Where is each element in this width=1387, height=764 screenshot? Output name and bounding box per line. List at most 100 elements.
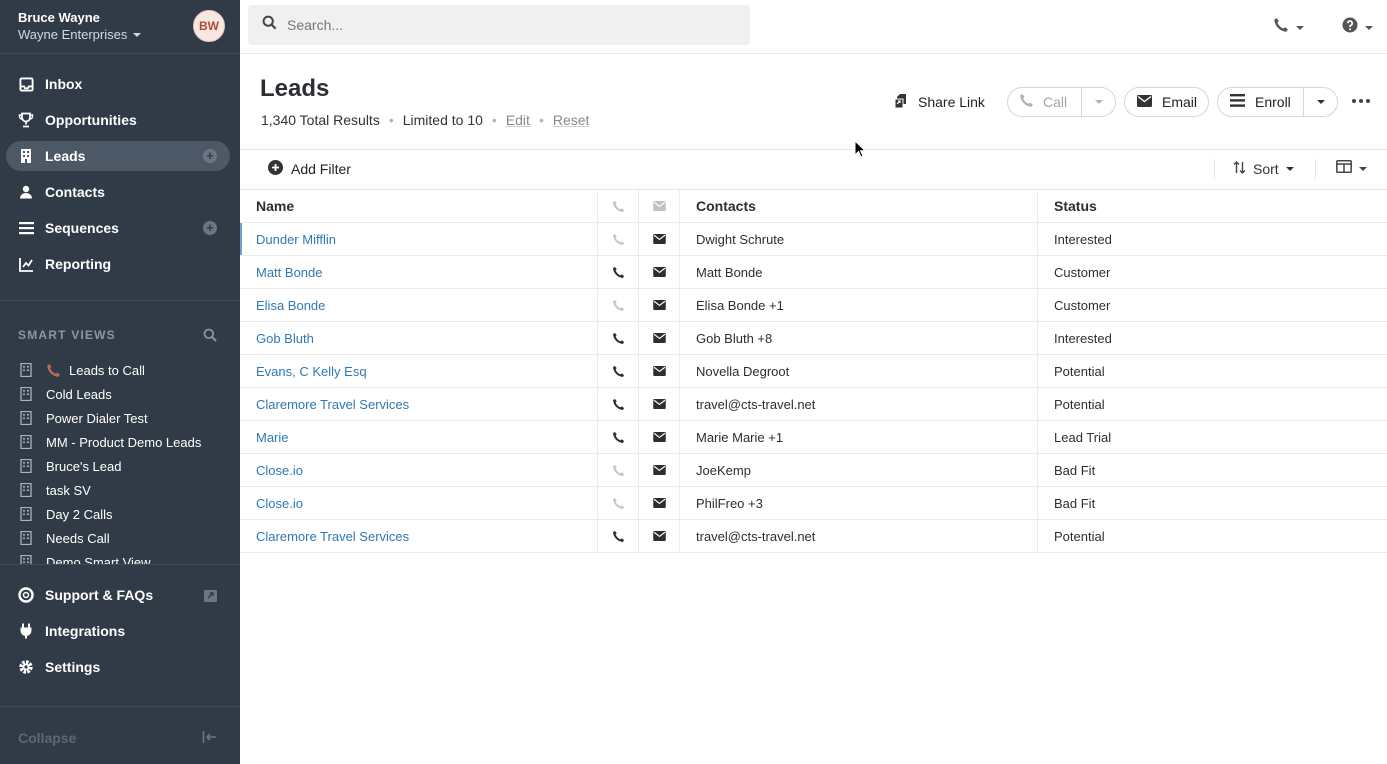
contacts-cell: Marie Marie +1 xyxy=(679,421,1037,453)
phone-menu[interactable] xyxy=(1273,17,1304,38)
column-header-status[interactable]: Status xyxy=(1037,190,1387,222)
lead-name-link[interactable]: Evans, C Kelly Esq xyxy=(240,355,597,387)
call-cell[interactable] xyxy=(597,289,638,321)
call-cell[interactable] xyxy=(597,256,638,288)
lead-name-link[interactable]: Close.io xyxy=(240,487,597,519)
call-cell[interactable] xyxy=(597,454,638,486)
email-cell[interactable] xyxy=(638,355,679,387)
email-cell[interactable] xyxy=(638,454,679,486)
table-row[interactable]: Dunder Mifflin Dwight Schrute Interested xyxy=(240,223,1387,256)
phone-icon xyxy=(1019,93,1034,111)
email-cell[interactable] xyxy=(638,388,679,420)
lead-name-link[interactable]: Marie xyxy=(240,421,597,453)
account-switcher[interactable]: Bruce Wayne Wayne Enterprises xyxy=(18,10,142,42)
contacts-cell: travel@cts-travel.net xyxy=(679,388,1037,420)
call-cell[interactable] xyxy=(597,421,638,453)
lead-name-link[interactable]: Gob Bluth xyxy=(240,322,597,354)
table-row[interactable]: Evans, C Kelly Esq Novella Degroot Potenti… xyxy=(240,355,1387,388)
avatar[interactable]: BW xyxy=(193,10,225,42)
call-cell[interactable] xyxy=(597,388,638,420)
call-cell[interactable] xyxy=(597,322,638,354)
table-row[interactable]: Claremore Travel Services travel@cts-trav… xyxy=(240,520,1387,553)
email-cell[interactable] xyxy=(638,289,679,321)
email-cell[interactable] xyxy=(638,223,679,255)
building-icon xyxy=(20,363,32,377)
nav-label: Reporting xyxy=(45,256,112,272)
add-sequence-button[interactable]: + xyxy=(203,221,217,235)
call-cell[interactable] xyxy=(597,520,638,552)
lead-name-link[interactable]: Dunder Mifflin xyxy=(240,223,597,255)
collapse-button[interactable]: Collapse xyxy=(18,730,76,746)
help-menu[interactable] xyxy=(1342,17,1373,38)
smart-view-item[interactable]: Bruce's Lead xyxy=(0,454,240,478)
smart-view-item[interactable]: Demo Smart View xyxy=(0,550,240,564)
share-link-button[interactable]: Share Link xyxy=(893,88,985,116)
column-header-email[interactable] xyxy=(638,190,679,222)
lead-name-link[interactable]: Claremore Travel Services xyxy=(240,388,597,420)
table-row[interactable]: Close.io JoeKemp Bad Fit xyxy=(240,454,1387,487)
search-icon[interactable] xyxy=(203,328,217,347)
table-row[interactable]: Close.io PhilFreo +3 Bad Fit xyxy=(240,487,1387,520)
call-cell[interactable] xyxy=(597,223,638,255)
table-row[interactable]: Claremore Travel Services travel@cts-trav… xyxy=(240,388,1387,421)
edit-limit-link[interactable]: Edit xyxy=(506,112,530,128)
search-input[interactable] xyxy=(287,17,707,33)
nav-item-integrations[interactable]: Integrations xyxy=(6,616,230,646)
add-lead-button[interactable]: + xyxy=(203,149,217,163)
email-cell[interactable] xyxy=(638,487,679,519)
call-cell[interactable] xyxy=(597,355,638,387)
lead-name-link[interactable]: Elisa Bonde xyxy=(240,289,597,321)
call-button[interactable]: Call xyxy=(1008,88,1081,116)
nav-item-sequences[interactable]: Sequences + xyxy=(6,213,230,243)
reset-limit-link[interactable]: Reset xyxy=(553,112,590,128)
nav-item-leads[interactable]: Leads + xyxy=(6,141,230,171)
smart-view-item[interactable]: Leads to Call xyxy=(0,358,240,382)
nav-item-inbox[interactable]: Inbox xyxy=(6,69,230,99)
separator-dot: • xyxy=(491,112,497,128)
email-button[interactable]: Email xyxy=(1124,87,1209,117)
email-button-content: Email xyxy=(1125,88,1197,116)
status-cell: Customer xyxy=(1037,256,1387,288)
nav-item-contacts[interactable]: Contacts xyxy=(6,177,230,207)
sort-button[interactable]: Sort xyxy=(1233,160,1294,178)
nav-item-opportunities[interactable]: Opportunities xyxy=(6,105,230,135)
email-cell[interactable] xyxy=(638,421,679,453)
nav-item-reporting[interactable]: Reporting xyxy=(6,249,230,279)
lead-name-link[interactable]: Matt Bonde xyxy=(240,256,597,288)
table-row[interactable]: Gob Bluth Gob Bluth +8 Interested xyxy=(240,322,1387,355)
smart-view-label: Leads to Call xyxy=(69,362,145,378)
add-filter-button[interactable]: Add Filter xyxy=(268,160,351,178)
organization-name[interactable]: Wayne Enterprises xyxy=(18,27,142,42)
smart-view-item[interactable]: Power Dialer Test xyxy=(0,406,240,430)
lead-name-link[interactable]: Close.io xyxy=(240,454,597,486)
email-cell[interactable] xyxy=(638,322,679,354)
email-cell[interactable] xyxy=(638,520,679,552)
nav-item-settings[interactable]: Settings xyxy=(6,652,230,682)
table-row[interactable]: Marie Marie Marie +1 Lead Trial xyxy=(240,421,1387,454)
smart-view-item[interactable]: MM - Product Demo Leads xyxy=(0,430,240,454)
contacts-cell: Novella Degroot xyxy=(679,355,1037,387)
global-search[interactable] xyxy=(248,5,750,45)
column-header-contacts[interactable]: Contacts xyxy=(679,190,1037,222)
call-cell[interactable] xyxy=(597,487,638,519)
email-cell[interactable] xyxy=(638,256,679,288)
nav-item-support[interactable]: Support & FAQs xyxy=(6,580,230,610)
smart-view-label: Bruce's Lead xyxy=(46,458,122,474)
table-row[interactable]: Elisa Bonde Elisa Bonde +1 Customer xyxy=(240,289,1387,322)
smart-view-item[interactable]: task SV xyxy=(0,478,240,502)
columns-button[interactable] xyxy=(1336,160,1367,178)
enroll-options-button[interactable] xyxy=(1304,88,1337,116)
chevron-down-icon xyxy=(1296,25,1304,30)
column-header-name[interactable]: Name xyxy=(240,190,597,222)
column-header-phone[interactable] xyxy=(597,190,638,222)
call-options-button[interactable] xyxy=(1082,88,1115,116)
table-row[interactable]: Matt Bonde Matt Bonde Customer xyxy=(240,256,1387,289)
smart-view-item[interactable]: Day 2 Calls xyxy=(0,502,240,526)
smart-view-label: Demo Smart View xyxy=(46,554,151,565)
smart-view-item[interactable]: Needs Call xyxy=(0,526,240,550)
more-options-icon[interactable] xyxy=(1352,99,1370,103)
collapse-icon[interactable] xyxy=(202,730,217,749)
lead-name-link[interactable]: Claremore Travel Services xyxy=(240,520,597,552)
smart-view-item[interactable]: Cold Leads xyxy=(0,382,240,406)
enroll-button[interactable]: Enroll xyxy=(1218,88,1303,116)
